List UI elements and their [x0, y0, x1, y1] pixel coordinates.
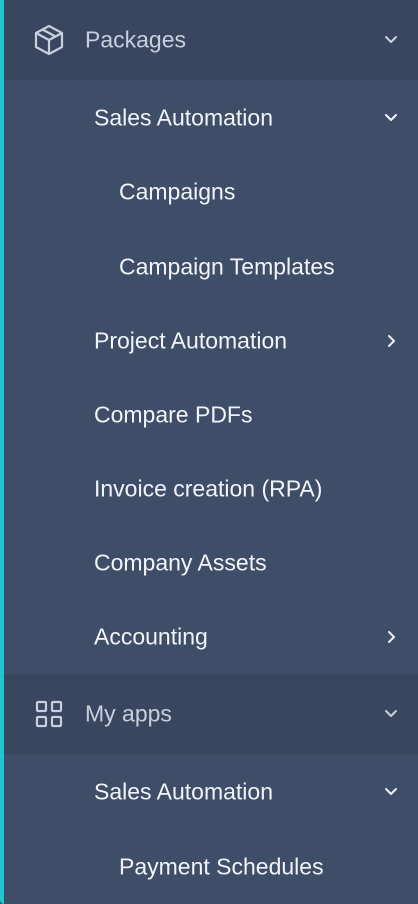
sidebar-navigation: Packages Sales Automation Campaigns Camp… — [4, 0, 418, 904]
nav-item-label: Invoice creation (RPA) — [94, 475, 323, 502]
nav-item-label: Company Assets — [94, 549, 267, 576]
chevron-down-icon[interactable] — [381, 782, 401, 802]
nav-item-campaign-templates[interactable]: Campaign Templates — [4, 229, 418, 304]
nav-item-my-apps-sales-automation[interactable]: Sales Automation — [4, 754, 418, 829]
nav-item-label: Sales Automation — [94, 104, 274, 130]
nav-item-label: Accounting — [94, 623, 208, 650]
nav-item-payment-schedules[interactable]: Payment Schedules — [4, 829, 418, 904]
section-my-apps[interactable]: My apps — [4, 674, 418, 754]
nav-item-label: Campaign Templates — [119, 253, 335, 279]
section-packages-label: Packages — [85, 26, 187, 53]
chevron-down-icon[interactable] — [381, 30, 401, 50]
nav-item-compare-pdfs[interactable]: Compare PDFs — [4, 378, 418, 452]
nav-item-sales-automation[interactable]: Sales Automation — [4, 80, 418, 155]
nav-item-invoice-creation[interactable]: Invoice creation (RPA) — [4, 452, 418, 526]
section-packages[interactable]: Packages — [4, 0, 418, 80]
nav-item-company-assets[interactable]: Company Assets — [4, 526, 418, 600]
grid-icon — [32, 697, 66, 731]
nav-item-accounting[interactable]: Accounting — [4, 600, 418, 674]
chevron-right-icon[interactable] — [381, 627, 401, 647]
nav-item-label: Project Automation — [94, 327, 288, 354]
chevron-down-icon[interactable] — [381, 704, 401, 724]
nav-item-label: Payment Schedules — [119, 853, 324, 879]
nav-item-campaigns[interactable]: Campaigns — [4, 155, 418, 229]
nav-item-label: Campaigns — [119, 178, 236, 205]
section-my-apps-label: My apps — [85, 700, 172, 727]
chevron-down-icon[interactable] — [381, 108, 401, 128]
box-icon — [32, 23, 66, 57]
nav-item-project-automation[interactable]: Project Automation — [4, 304, 418, 378]
nav-item-label: Compare PDFs — [94, 401, 253, 428]
nav-item-label: Sales Automation — [94, 778, 274, 804]
chevron-right-icon[interactable] — [381, 331, 401, 351]
